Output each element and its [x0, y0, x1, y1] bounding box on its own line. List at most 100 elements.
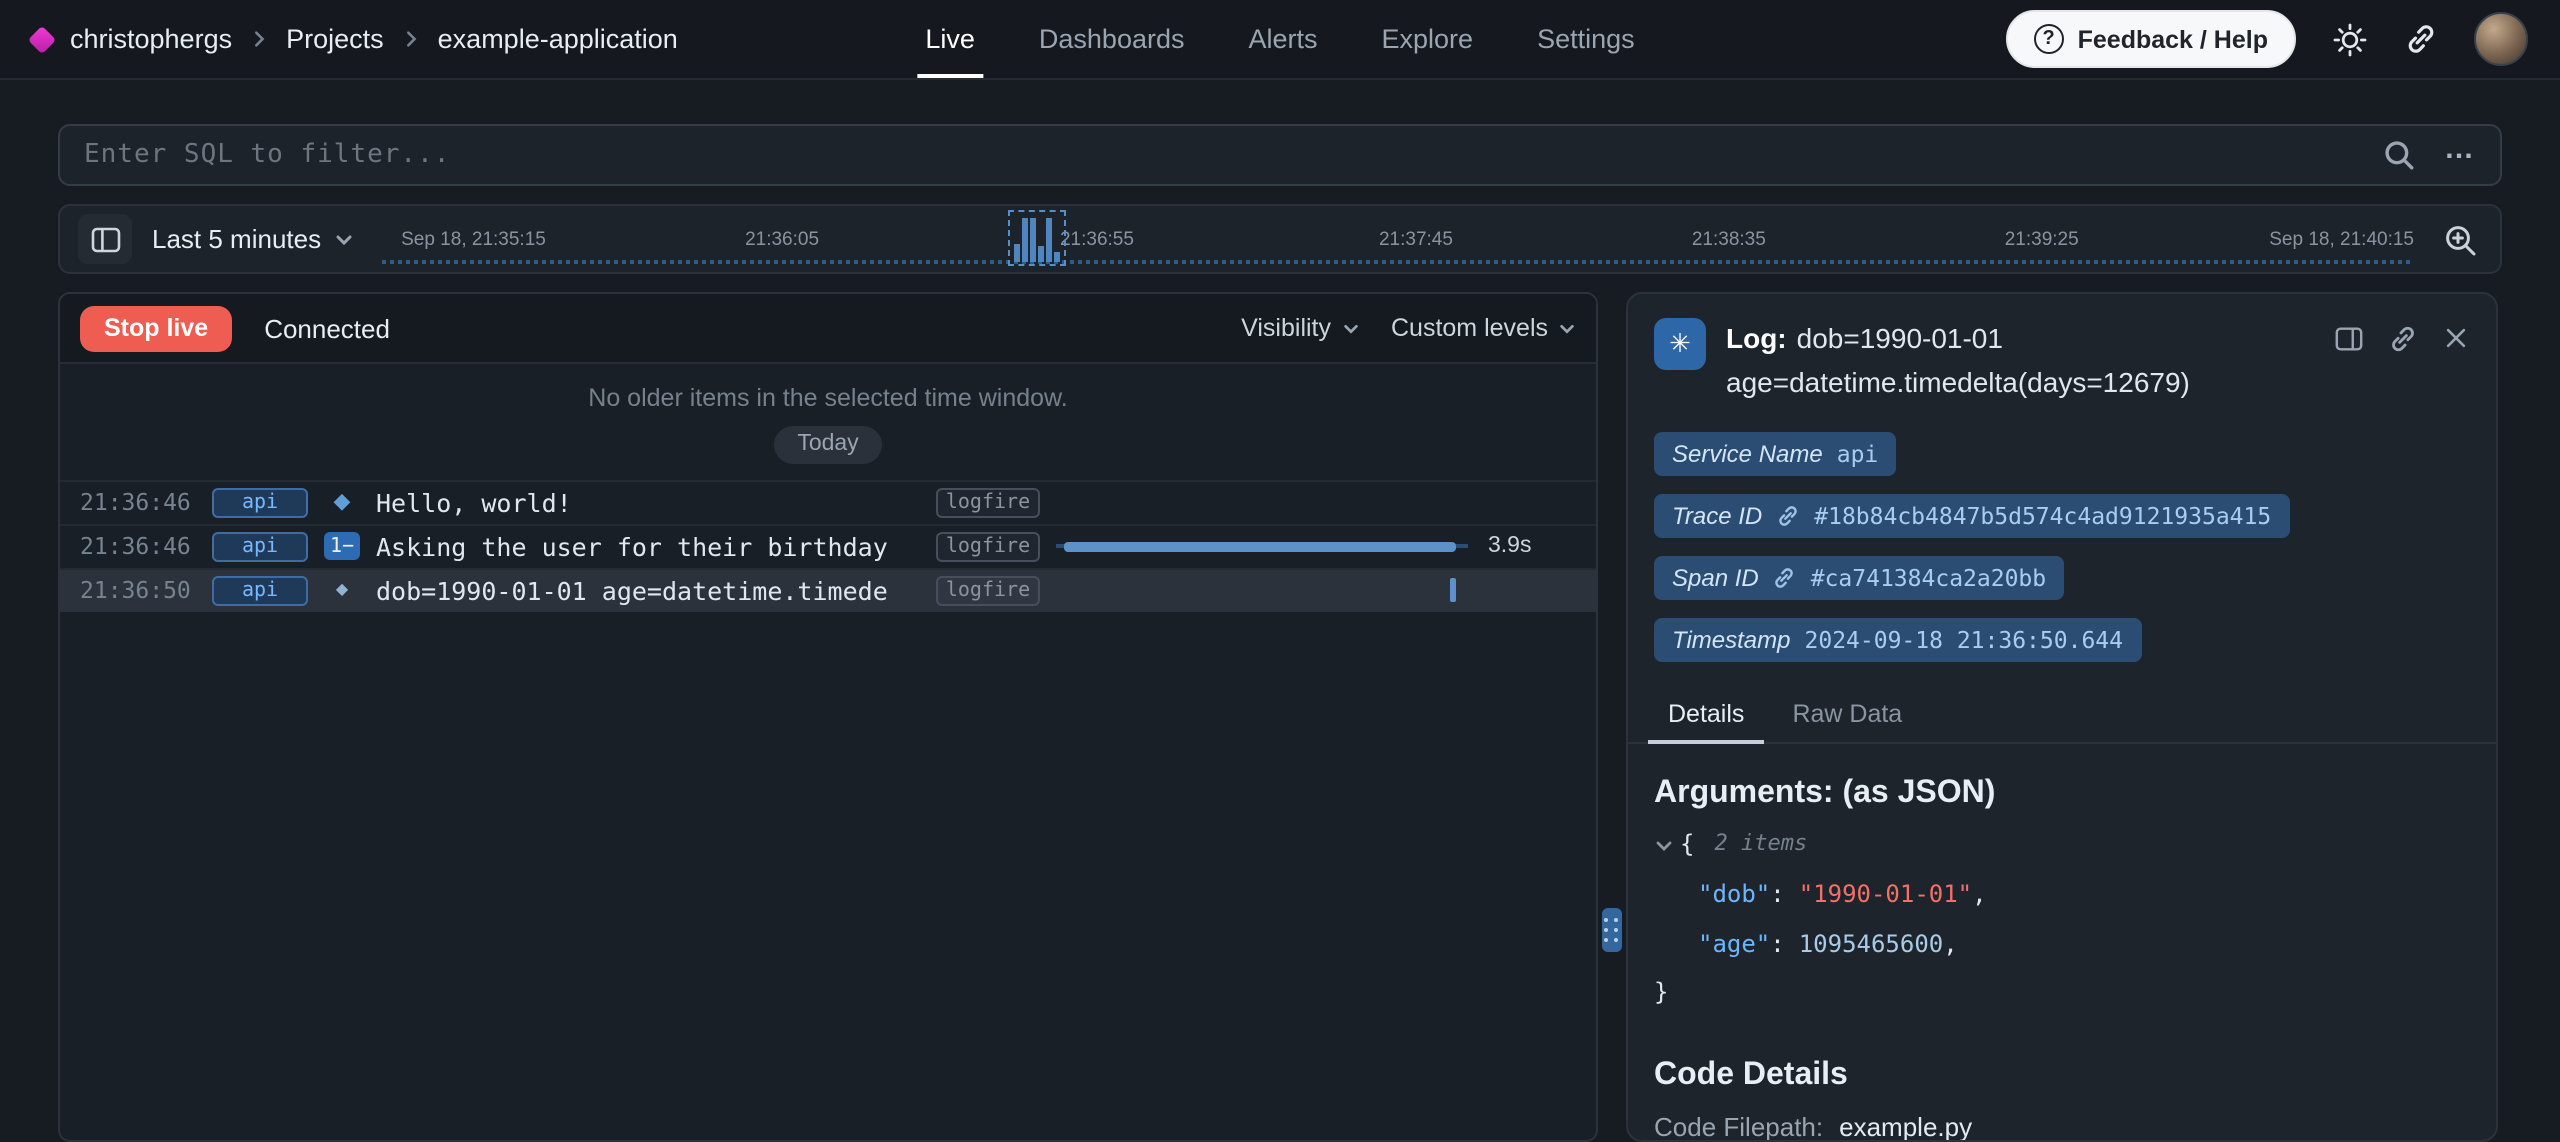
splitter-grip-icon[interactable]: [1602, 908, 1622, 952]
attr-label: Timestamp: [1672, 627, 1791, 655]
log-time: 21:36:46: [80, 488, 196, 516]
service-tag[interactable]: api: [212, 531, 308, 561]
open-side-panel-icon[interactable]: [2334, 324, 2364, 405]
arguments-heading: Arguments: (as JSON): [1654, 777, 2470, 813]
detail-title: Log:dob=1990-01-01 age=datetime.timedelt…: [1726, 318, 2314, 405]
logfire-logo-icon[interactable]: [28, 25, 56, 53]
timeline-tick: 21:36:55: [1060, 228, 1134, 250]
detail-header: ✳ Log:dob=1990-01-01 age=datetime.timede…: [1628, 294, 2496, 417]
json-value-number: 1095465600: [1799, 919, 1944, 968]
span-duration-track: [1056, 488, 1472, 516]
user-avatar[interactable]: [2474, 12, 2528, 66]
sql-filter: …: [58, 124, 2502, 186]
visibility-dropdown[interactable]: Visibility: [1241, 314, 1359, 342]
sidebar-toggle-button[interactable]: [78, 214, 132, 264]
timeline-tick: 21:38:35: [1692, 228, 1766, 250]
timeline-tick: 21:37:45: [1379, 228, 1453, 250]
nav-live[interactable]: Live: [925, 0, 975, 78]
json-colon: :: [1770, 870, 1784, 919]
close-icon[interactable]: [2442, 324, 2470, 405]
detail-actions: [2334, 318, 2470, 405]
scope-tag[interactable]: logfire: [936, 575, 1040, 605]
log-event-tick: [1450, 578, 1456, 602]
timeline-strip[interactable]: Sep 18, 21:35:15 21:36:05 21:36:55 21:37…: [373, 206, 2418, 272]
trace-id-pill[interactable]: Trace ID #18b84cb4847b5d574c4ad9121935a4…: [1654, 495, 2289, 539]
breadcrumb-org[interactable]: christophergs: [70, 24, 232, 54]
log-level-icon: ✳: [1654, 318, 1706, 370]
timeline-baseline: [381, 260, 2410, 264]
search-icon[interactable]: [2382, 138, 2416, 172]
timeline-tick: Sep 18, 21:40:15: [2269, 228, 2414, 250]
scope-tag[interactable]: logfire: [936, 531, 1040, 561]
breadcrumb-project[interactable]: example-application: [438, 24, 678, 54]
theme-toggle-sun-icon[interactable]: [2332, 21, 2368, 57]
chevron-down-icon: [1341, 319, 1359, 337]
detail-title-prefix: Log:: [1726, 322, 1787, 354]
span-id-pill[interactable]: Span ID #ca741384ca2a20bb: [1654, 557, 2064, 601]
sql-filter-input[interactable]: [84, 140, 2354, 170]
log-row[interactable]: 21:36:46 api ◆ Hello, world! logfire: [60, 479, 1596, 523]
span-duration-track: [1056, 576, 1472, 604]
custom-levels-dropdown[interactable]: Custom levels: [1391, 314, 1576, 342]
attr-label: Service Name: [1672, 441, 1823, 469]
timeline-tick: 21:36:05: [745, 228, 819, 250]
tab-raw-data[interactable]: Raw Data: [1772, 687, 1922, 743]
visibility-label: Visibility: [1241, 314, 1331, 342]
attr-value: api: [1837, 441, 1879, 469]
log-row-selected[interactable]: 21:36:50 api ◆ dob=1990-01-01 age=dateti…: [60, 567, 1596, 611]
json-key: "age": [1698, 919, 1770, 968]
attr-value: #ca741384ca2a20bb: [1811, 565, 2046, 593]
json-colon: :: [1770, 919, 1784, 968]
nav-settings[interactable]: Settings: [1537, 0, 1635, 78]
service-tag[interactable]: api: [212, 487, 308, 517]
log-level-diamond-icon: ◆: [324, 491, 360, 513]
code-filepath-value: example.py: [1839, 1112, 1972, 1142]
link-icon: [1773, 567, 1797, 591]
collapse-children-badge[interactable]: 1−: [324, 532, 360, 560]
attr-label: Span ID: [1672, 565, 1759, 593]
zoom-in-button[interactable]: [2438, 221, 2482, 257]
service-tag[interactable]: api: [212, 575, 308, 605]
service-name-pill[interactable]: Service Name api: [1654, 433, 1896, 477]
today-button[interactable]: Today: [773, 425, 882, 463]
log-row[interactable]: 21:36:46 api 1− Asking the user for thei…: [60, 523, 1596, 567]
json-comma: ,: [1972, 870, 1986, 919]
timeline-histogram[interactable]: [1007, 210, 1065, 266]
attr-value: #18b84cb4847b5d574c4ad9121935a415: [1814, 503, 2271, 531]
json-items-note: 2 items: [1714, 823, 1807, 868]
scope-tag[interactable]: logfire: [936, 487, 1040, 517]
timeline-tick: 21:39:25: [2005, 228, 2079, 250]
detail-panel: ✳ Log:dob=1990-01-01 age=datetime.timede…: [1626, 292, 2498, 1142]
topbar: christophergs Projects example-applicati…: [0, 0, 2560, 80]
span-duration-label: 3.9s: [1488, 534, 1576, 558]
time-range-selector[interactable]: Last 5 minutes: [152, 224, 353, 254]
span-duration-bar: [1064, 541, 1455, 551]
nav-explore[interactable]: Explore: [1382, 0, 1474, 78]
empty-window-message: No older items in the selected time wind…: [60, 364, 1596, 412]
nav-dashboards[interactable]: Dashboards: [1039, 0, 1185, 78]
live-view-header: Stop live Connected Visibility Custom le…: [60, 294, 1596, 364]
log-message: Hello, world!: [376, 487, 920, 517]
collapse-caret-icon[interactable]: [1654, 835, 1674, 855]
nav-alerts[interactable]: Alerts: [1248, 0, 1317, 78]
detail-title-text: dob=1990-01-01 age=datetime.timedelta(da…: [1726, 322, 2190, 397]
topbar-actions: ? Feedback / Help: [2006, 0, 2528, 78]
panel-splitter[interactable]: [1598, 292, 1626, 1142]
chevron-right-icon: [250, 30, 268, 48]
attr-label: Trace ID: [1672, 503, 1762, 531]
share-link-icon[interactable]: [2404, 22, 2438, 56]
json-value-string: "1990-01-01": [1799, 870, 1972, 919]
log-list: No older items in the selected time wind…: [60, 364, 1596, 1140]
timestamp-pill[interactable]: Timestamp 2024-09-18 21:36:50.644: [1654, 619, 2141, 663]
more-options-icon[interactable]: …: [2444, 149, 2476, 161]
copy-link-icon[interactable]: [2388, 324, 2418, 405]
tab-details[interactable]: Details: [1648, 687, 1764, 743]
question-icon: ?: [2034, 24, 2064, 54]
timeline-bar: Last 5 minutes Sep 18, 21:35:15 21:36:05…: [58, 204, 2502, 274]
link-icon: [1776, 505, 1800, 529]
stop-live-button[interactable]: Stop live: [80, 305, 232, 351]
breadcrumb-projects[interactable]: Projects: [286, 24, 384, 54]
custom-levels-label: Custom levels: [1391, 314, 1548, 342]
log-time: 21:36:50: [80, 576, 196, 604]
feedback-help-button[interactable]: ? Feedback / Help: [2006, 10, 2296, 68]
